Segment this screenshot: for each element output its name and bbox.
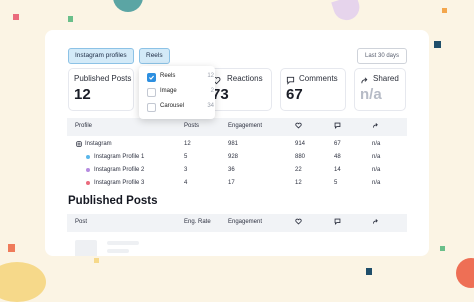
checkbox[interactable] (147, 88, 156, 97)
deco-green-square (68, 16, 73, 22)
option-count: 2 (210, 88, 214, 94)
checkbox[interactable] (147, 73, 156, 82)
profile-color-dot (86, 168, 90, 172)
posts-value: 5 (184, 154, 188, 160)
posts-value: 4 (184, 180, 188, 186)
profile-color-dot (86, 155, 90, 159)
shared-value: n/a (372, 154, 381, 160)
stat-label: Comments (299, 74, 338, 83)
deco-teal-circle (113, 0, 143, 12)
col-engagement: Engagement (228, 219, 263, 225)
col-post: Post (75, 219, 88, 225)
reactions-value: 914 (295, 141, 306, 147)
heart-icon (295, 122, 302, 131)
comments-value: 14 (334, 167, 341, 173)
col-posts: Posts (184, 123, 200, 129)
shared-value: n/a (372, 141, 381, 147)
checkmark-icon (149, 75, 155, 80)
col-eng-rate: Eng. Rate (184, 219, 211, 225)
reactions-value: 22 (295, 167, 302, 173)
shared-value: n/a (372, 167, 381, 173)
stat-published-posts: Published Posts 12 (68, 68, 134, 111)
deco-pink-square (13, 14, 19, 20)
engagement-value: 17 (228, 180, 235, 186)
comment-icon (334, 122, 341, 131)
posts-value: 12 (184, 141, 191, 147)
deco-navy-square (434, 41, 441, 48)
deco-navy-square-bottom (366, 268, 372, 275)
option-label: Reels (160, 73, 176, 79)
reactions-value: 12 (295, 180, 302, 186)
dashboard-card: Instagram profiles Reels Last 30 days Pu… (45, 30, 429, 256)
filter-chip-instagram-profiles[interactable]: Instagram profiles (68, 48, 134, 64)
stat-label: Reactions (227, 74, 263, 83)
deco-yellow-square (94, 258, 99, 263)
profile-color-dot (86, 181, 90, 185)
stat-value: 67 (286, 86, 303, 103)
deco-coral-square-left (8, 244, 15, 252)
option-label: Image (160, 88, 177, 94)
stat-label: Published Posts (74, 74, 132, 83)
filter-chip-reels[interactable]: Reels (139, 48, 170, 64)
profile-name: Instagram Profile 2 (94, 167, 145, 173)
profile-name: Instagram (85, 141, 112, 147)
engagement-value: 36 (228, 167, 235, 173)
instagram-icon (76, 141, 82, 149)
engagement-value: 928 (228, 154, 239, 160)
posts-table-header: Post Eng. Rate Engagement (67, 214, 407, 232)
stat-comments: Comments 67 (280, 68, 346, 111)
stat-label: Shared (373, 74, 399, 83)
posts-value: 3 (184, 167, 188, 173)
text-placeholder (107, 249, 129, 253)
deco-yellow-blob (0, 262, 46, 302)
stat-value: n/a (360, 86, 382, 103)
comments-value: 67 (334, 141, 341, 147)
deco-green-square-right (440, 246, 445, 251)
profile-name: Instagram Profile 1 (94, 154, 145, 160)
shared-value: n/a (372, 180, 381, 186)
stat-reactions: Reactions 73 (206, 68, 272, 111)
text-placeholder (107, 241, 139, 245)
deco-orange-square (442, 8, 447, 13)
stat-value: 12 (74, 86, 91, 103)
comments-value: 5 (334, 180, 338, 186)
option-count: 34 (207, 103, 214, 109)
heart-icon (295, 218, 302, 227)
post-type-dropdown: Reels 12 Image 2 Carousel 34 (139, 66, 215, 119)
profile-name: Instagram Profile 3 (94, 180, 145, 186)
comment-icon (334, 218, 341, 227)
section-title-published-posts: Published Posts (68, 195, 158, 207)
share-arrow-icon (372, 218, 379, 227)
profiles-table-header: Profile Posts Engagement (67, 118, 407, 136)
comments-value: 48 (334, 154, 341, 160)
checkbox[interactable] (147, 103, 156, 112)
engagement-value: 981 (228, 141, 239, 147)
col-engagement: Engagement (228, 123, 263, 129)
col-profile: Profile (75, 123, 93, 129)
option-label: Carousel (160, 103, 185, 109)
option-count: 12 (207, 73, 214, 79)
stat-shared: Shared n/a (354, 68, 406, 111)
share-arrow-icon (372, 122, 379, 131)
post-thumbnail-placeholder (75, 240, 97, 256)
deco-lilac-blob (331, 0, 363, 24)
date-range-button[interactable]: Last 30 days (357, 48, 407, 64)
reactions-value: 880 (295, 154, 306, 160)
